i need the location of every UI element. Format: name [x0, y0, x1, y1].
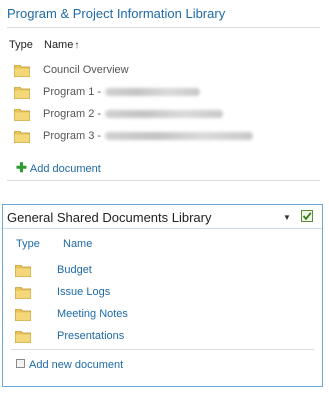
folder-icon: [14, 109, 30, 121]
redacted-text: [105, 132, 254, 141]
list-item-label[interactable]: Council Overview: [43, 64, 129, 76]
library-title[interactable]: General Shared Documents Library: [7, 210, 212, 225]
footer-divider: [7, 180, 320, 181]
list-item-label[interactable]: Budget: [57, 264, 92, 276]
footer-divider: [11, 349, 314, 350]
list-item-label[interactable]: Program 2 -: [43, 108, 224, 120]
list-item-label[interactable]: Program 1 -: [43, 86, 201, 98]
list-item[interactable]: Budget: [15, 262, 265, 280]
add-new-document-link[interactable]: Add new document: [16, 359, 123, 371]
list-item-label[interactable]: Issue Logs: [57, 286, 110, 298]
column-header-name[interactable]: Name↑: [44, 39, 79, 51]
list-item-label[interactable]: Meeting Notes: [57, 308, 128, 320]
select-webpart-checkbox[interactable]: [301, 210, 313, 222]
list-item-label[interactable]: Program 3 -: [43, 130, 254, 142]
add-new-document-label: Add new document: [29, 359, 124, 371]
folder-icon: [15, 287, 31, 299]
library-title[interactable]: Program & Project Information Library: [7, 6, 225, 21]
folder-icon: [14, 65, 30, 77]
title-divider: [7, 27, 320, 28]
folder-icon: [15, 309, 31, 321]
folder-icon: [15, 331, 31, 343]
add-icon: ✚: [16, 160, 27, 175]
webpart-menu-dropdown-icon[interactable]: ▼: [283, 213, 291, 222]
add-document-icon: [16, 359, 25, 368]
list-item[interactable]: Program 3 -: [14, 128, 314, 146]
folder-icon: [15, 265, 31, 277]
list-item[interactable]: Issue Logs: [15, 284, 265, 302]
title-divider: [3, 228, 322, 229]
list-item[interactable]: Presentations: [15, 328, 265, 346]
list-item[interactable]: Program 1 -: [14, 84, 314, 102]
column-header-type[interactable]: Type: [16, 238, 40, 250]
column-header-name-label: Name: [44, 39, 74, 51]
sort-ascending-icon: ↑: [74, 40, 80, 51]
list-item[interactable]: Meeting Notes: [15, 306, 265, 324]
folder-icon: [14, 131, 30, 143]
checkmark-icon: [302, 212, 312, 221]
redacted-text: [105, 88, 201, 97]
column-header-type[interactable]: Type: [9, 39, 33, 51]
redacted-text: [105, 110, 224, 119]
add-document-label: Add document: [29, 163, 101, 175]
list-item[interactable]: Council Overview: [14, 62, 314, 80]
folder-icon: [14, 87, 30, 99]
add-document-link[interactable]: ✚ Add document: [16, 160, 101, 176]
webpart-shared-documents-library: General Shared Documents Library ▼ Type …: [2, 204, 323, 387]
list-item-label[interactable]: Presentations: [57, 330, 124, 342]
list-item[interactable]: Program 2 -: [14, 106, 314, 124]
column-header-name[interactable]: Name: [63, 238, 92, 250]
